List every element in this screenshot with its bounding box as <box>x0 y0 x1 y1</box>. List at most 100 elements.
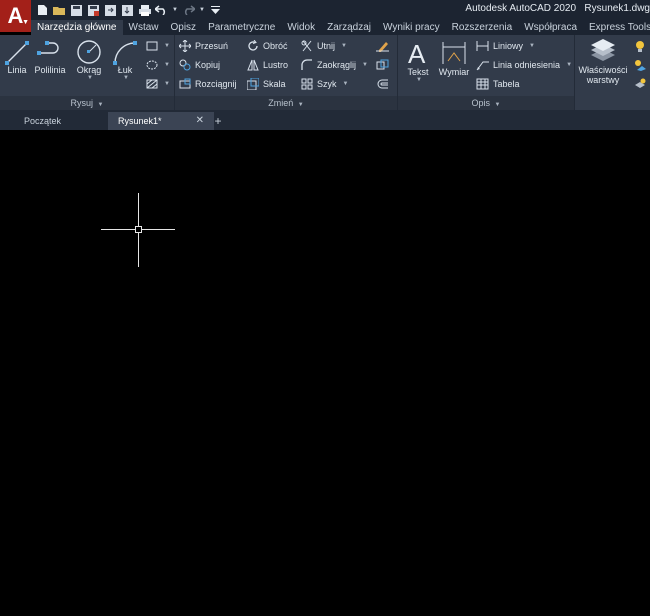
chevron-down-icon: ▼ <box>97 102 104 108</box>
draw-panel-title[interactable]: Rysuj ▼ <box>0 96 174 110</box>
layer-properties-button[interactable]: Właściwości warstwy <box>575 39 631 85</box>
polyline-button[interactable]: Polilinia <box>33 39 67 75</box>
explode-button[interactable] <box>376 58 389 72</box>
chevron-down-icon: ▼ <box>164 43 170 49</box>
ribbon-tabs: Narzędzia główne Wstaw Opisz Parametrycz… <box>31 20 650 35</box>
layer-on-button[interactable] <box>634 39 646 53</box>
tab-insert[interactable]: Wstaw <box>123 20 165 35</box>
chevron-down-icon[interactable]: ▼ <box>76 75 104 81</box>
offset-button[interactable] <box>376 77 389 91</box>
chevron-down-icon: ▼ <box>566 62 573 68</box>
array-icon <box>301 78 313 90</box>
customize-icon[interactable] <box>209 4 222 17</box>
annotation-panel-label: Opis <box>471 98 491 108</box>
leader-label: Linia odniesienia <box>493 60 561 70</box>
redo-icon[interactable] <box>182 4 195 17</box>
web-save-icon[interactable] <box>121 4 134 17</box>
leader-button[interactable]: Linia odniesienia ▼ <box>476 58 572 72</box>
chevron-down-icon: ▼ <box>529 43 535 49</box>
tab-start-label: Początek <box>24 116 62 126</box>
draw-panel-label: Rysuj <box>70 98 94 108</box>
tab-express-tools[interactable]: Express Tools <box>583 20 650 35</box>
chevron-down-icon[interactable]: ▼ <box>404 77 434 83</box>
close-icon[interactable]: ✕ <box>196 112 204 130</box>
gradient-button[interactable]: ▼ <box>146 77 170 91</box>
table-label: Tabela <box>493 79 520 89</box>
line-button[interactable]: Linia <box>4 39 30 75</box>
chevron-down-icon[interactable]: ▼ <box>112 75 140 81</box>
drawing-canvas[interactable] <box>0 130 650 616</box>
tab-collaborate[interactable]: Współpraca <box>518 20 583 35</box>
chevron-down-icon: ▼ <box>362 62 368 68</box>
fillet-button[interactable]: Zaokrąglij ▼ <box>301 58 368 72</box>
tab-home[interactable]: Narzędzia główne <box>31 20 123 35</box>
rotate-label: Obróć <box>263 41 288 51</box>
array-label: Szyk <box>317 79 337 89</box>
chevron-down-icon[interactable]: ▼ <box>172 4 178 17</box>
rotate-button[interactable]: Obróć <box>247 39 288 53</box>
erase-button[interactable] <box>376 39 389 53</box>
tab-output[interactable]: Wyniki pracy <box>377 20 446 35</box>
text-button[interactable]: A Tekst ▼ <box>402 39 434 83</box>
tab-parametric[interactable]: Parametryczne <box>202 20 281 35</box>
dimension-icon <box>442 42 466 64</box>
document-tabs: Początek Rysunek1* ✕ + <box>0 110 650 130</box>
tab-view[interactable]: Widok <box>281 20 321 35</box>
new-icon[interactable] <box>36 4 49 17</box>
new-tab-button[interactable]: + <box>210 112 226 130</box>
layer-match-icon <box>635 78 646 88</box>
linear-button[interactable]: Liniowy ▼ <box>476 39 535 53</box>
save-icon[interactable] <box>70 4 83 17</box>
layer-properties-label2: warstwy <box>586 75 620 85</box>
application-menu-button[interactable]: A ▼ <box>0 0 31 32</box>
chevron-down-icon: ▼ <box>164 81 170 87</box>
tab-annotate[interactable]: Opisz <box>165 20 203 35</box>
open-icon[interactable] <box>53 4 66 17</box>
move-button[interactable]: Przesuń <box>179 39 228 53</box>
table-button[interactable]: Tabela <box>476 77 520 91</box>
annotation-panel: A Tekst ▼ Wymiar Liniowy ▼ Linia odniesie… <box>398 35 575 110</box>
circle-label: Okrąg <box>76 65 102 75</box>
line-icon <box>5 41 29 65</box>
tab-manage[interactable]: Zarządzaj <box>321 20 377 35</box>
linear-dimension-icon <box>476 41 489 51</box>
tab-addins[interactable]: Rozszerzenia <box>446 20 519 35</box>
trim-button[interactable]: Utnij ▼ <box>301 39 347 53</box>
layer-freeze-button[interactable] <box>634 58 646 72</box>
annotation-panel-title[interactable]: Opis ▼ <box>398 96 574 110</box>
print-icon[interactable] <box>138 4 151 17</box>
tab-start[interactable]: Początek <box>14 112 118 130</box>
mirror-button[interactable]: Lustro <box>247 58 288 72</box>
dimension-button[interactable]: Wymiar <box>436 39 472 77</box>
copy-button[interactable]: Kopiuj <box>179 58 220 72</box>
line-label: Linia <box>7 65 27 75</box>
hatch-button[interactable]: ▼ <box>146 58 170 72</box>
title-bar: A ▼ ▼ ▼ Autodesk AutoCAD 2020 Rysunek1.d… <box>0 0 650 32</box>
circle-button[interactable]: Okrąg ▼ <box>74 39 104 81</box>
undo-icon[interactable] <box>155 4 168 17</box>
layers-panel: Właściwości warstwy <box>575 35 650 110</box>
rectangle-button[interactable]: ▼ <box>146 39 170 53</box>
tab-drawing[interactable]: Rysunek1* ✕ <box>108 112 214 130</box>
fillet-icon <box>301 59 312 70</box>
chevron-down-icon[interactable]: ▼ <box>199 4 205 17</box>
leader-icon <box>476 61 489 71</box>
stretch-button[interactable]: Rozciągnij <box>179 77 237 91</box>
layer-match-button[interactable] <box>634 77 646 91</box>
chevron-down-icon: ▼ <box>494 102 501 108</box>
quick-access-toolbar: ▼ ▼ <box>36 2 222 18</box>
arc-button[interactable]: Łuk ▼ <box>110 39 140 81</box>
modify-panel-title[interactable]: Zmień ▼ <box>175 96 397 110</box>
copy-icon <box>179 59 191 71</box>
array-button[interactable]: Szyk ▼ <box>301 77 348 91</box>
scale-icon <box>247 78 259 90</box>
polyline-label: Polilinia <box>34 65 66 75</box>
web-open-icon[interactable] <box>104 4 117 17</box>
chevron-down-icon: ▼ <box>164 62 170 68</box>
scale-button[interactable]: Skala <box>247 77 286 91</box>
saveas-icon[interactable] <box>87 4 100 17</box>
mirror-icon <box>247 59 259 71</box>
scale-label: Skala <box>263 79 286 89</box>
chevron-down-icon: ▼ <box>342 81 349 87</box>
tab-drawing-label: Rysunek1* <box>118 116 162 126</box>
